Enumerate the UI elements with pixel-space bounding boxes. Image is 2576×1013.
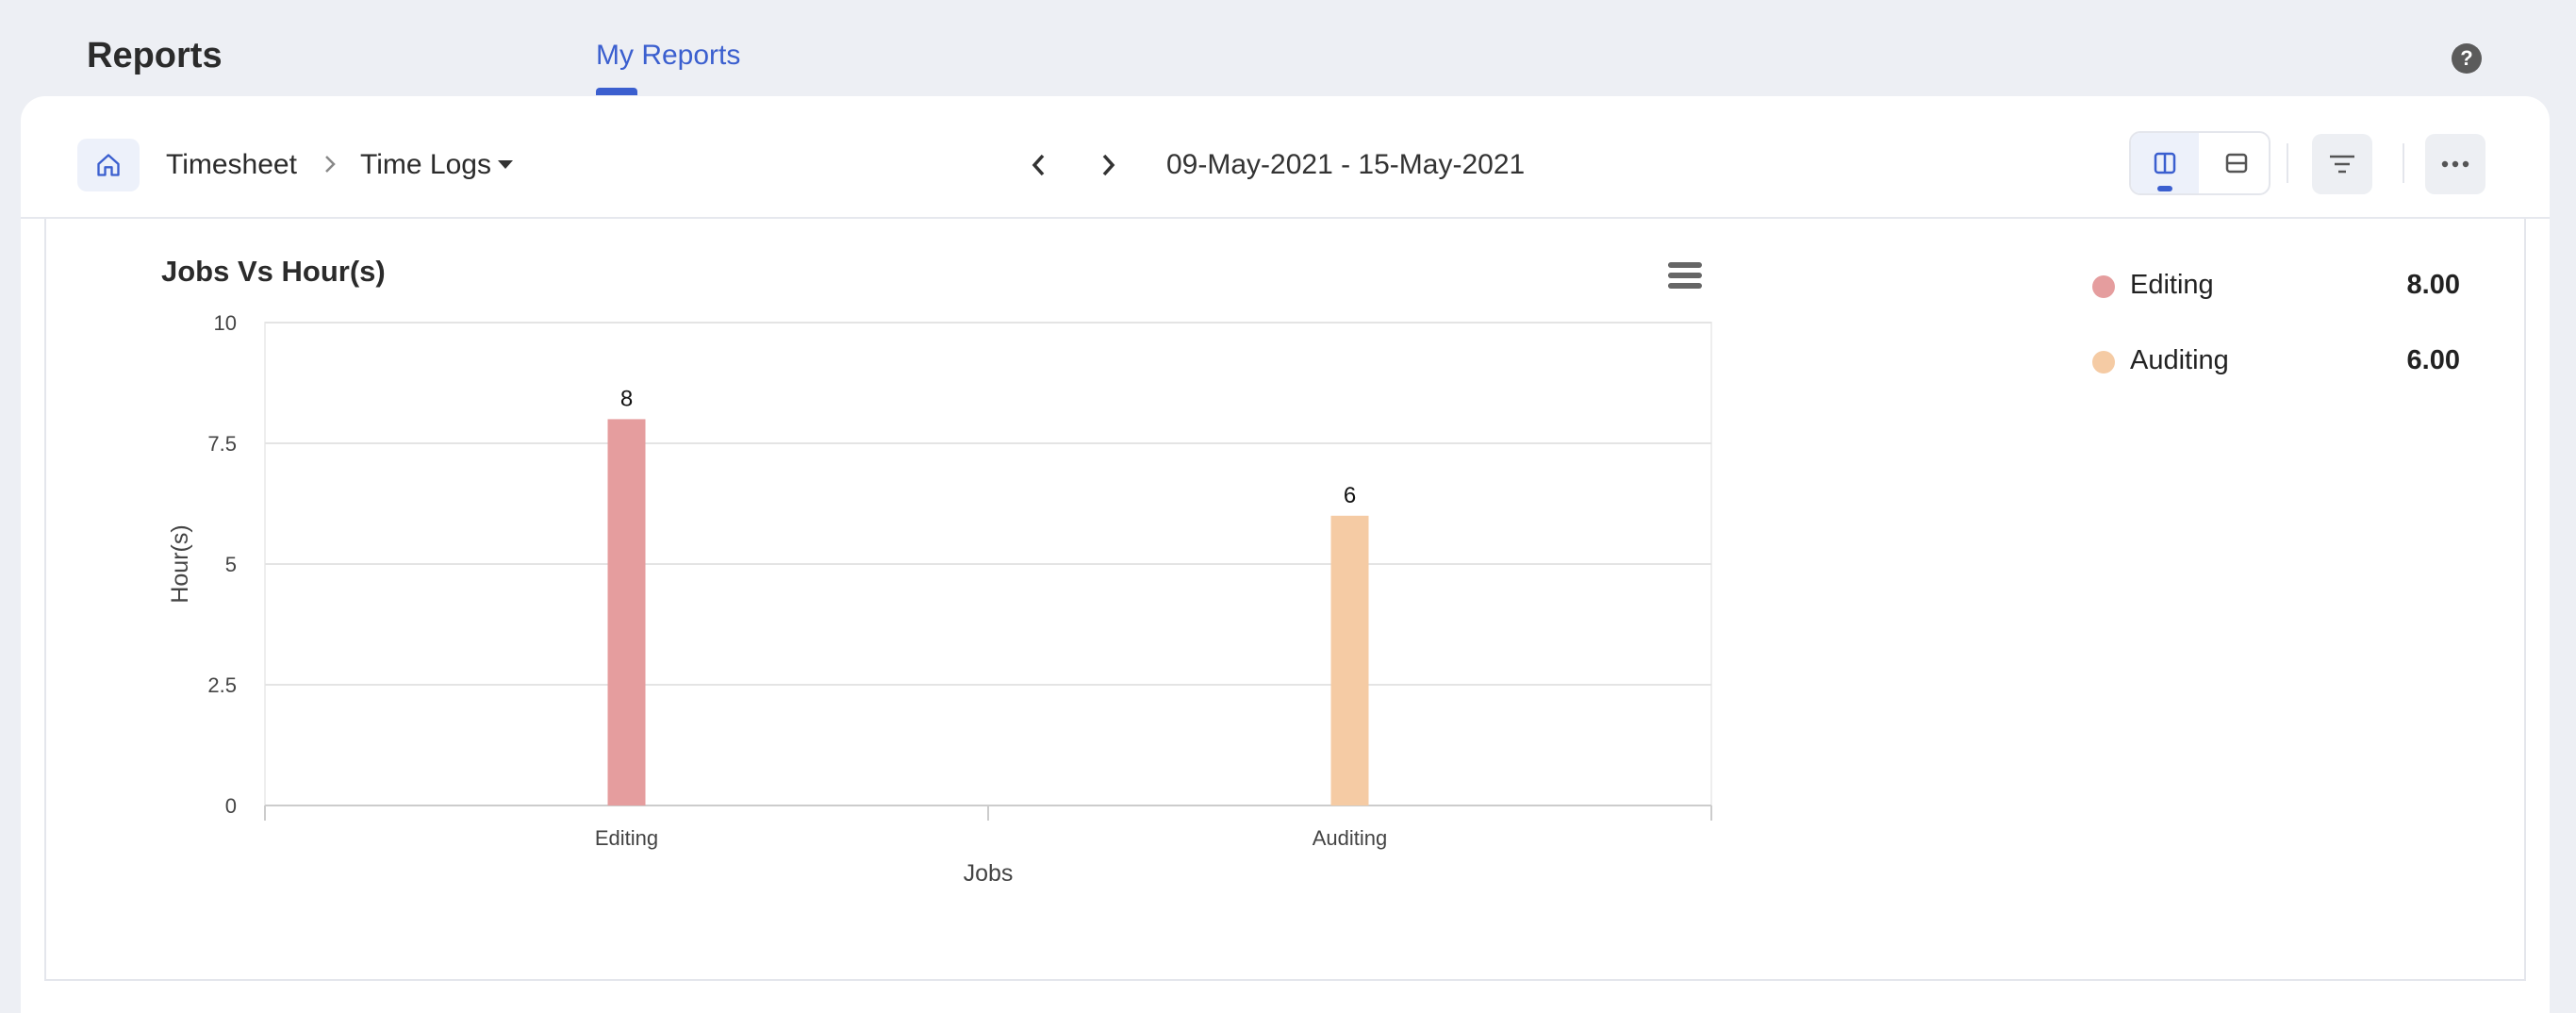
- y-tick-label: 0: [225, 794, 237, 818]
- bar-editing: [607, 419, 646, 805]
- active-view-indicator: [2157, 186, 2172, 191]
- breadcrumb-time-logs[interactable]: Time Logs: [360, 149, 491, 181]
- y-tick-label: 10: [214, 311, 237, 335]
- filter-icon: [2330, 155, 2354, 174]
- legend-dot: [2092, 351, 2115, 374]
- more-icon: [2441, 160, 2469, 168]
- active-tab-indicator: [596, 88, 637, 95]
- app-title: Reports: [87, 36, 223, 75]
- data-label: 6: [1344, 483, 1356, 508]
- home-icon: [97, 154, 120, 176]
- chevron-right-icon: [325, 156, 336, 173]
- toolbar-divider: [2287, 143, 2288, 183]
- chart-panel: Jobs Vs Hour(s) 0 2.5 5 7.5 10 8 Editing 6 Audit…: [44, 219, 2526, 981]
- home-button[interactable]: [77, 139, 140, 191]
- legend-label: Editing: [2130, 270, 2214, 300]
- more-options-button[interactable]: [2425, 134, 2485, 194]
- toolbar-divider: [2403, 143, 2404, 183]
- chart-legend: Editing 8.00 Auditing 6.00: [2092, 266, 2517, 417]
- split-horizontal-icon: [2225, 153, 2248, 174]
- tab-my-reports[interactable]: My Reports: [596, 40, 740, 72]
- report-card: Timesheet Time Logs 09-May-2021 - 15-May…: [21, 96, 2550, 1013]
- date-range[interactable]: 09-May-2021 - 15-May-2021: [1166, 149, 1525, 181]
- previous-week-button[interactable]: [1025, 151, 1053, 179]
- bar-auditing: [1330, 515, 1369, 805]
- y-tick-label: 2.5: [207, 673, 237, 697]
- next-week-button[interactable]: [1094, 151, 1122, 179]
- split-vertical-icon: [2154, 152, 2176, 174]
- data-label: 8: [620, 386, 633, 411]
- legend-value: 6.00: [2406, 345, 2460, 375]
- y-tick-label: 7.5: [207, 432, 237, 456]
- x-tick-label: Auditing: [1313, 826, 1388, 850]
- x-axis-title: Jobs: [964, 860, 1014, 887]
- legend-label: Auditing: [2130, 345, 2229, 375]
- split-horizontal-view-button[interactable]: [2203, 133, 2271, 193]
- bar-chart: 0 2.5 5 7.5 10 8 Editing 6 Auditing Jobs Hour(s): [167, 311, 1712, 887]
- filter-button[interactable]: [2312, 134, 2372, 194]
- x-tick-label: Editing: [595, 826, 658, 850]
- y-tick-label: 5: [225, 553, 237, 576]
- legend-value: 8.00: [2406, 270, 2460, 300]
- breadcrumb-timesheet[interactable]: Timesheet: [166, 149, 297, 181]
- view-toggle: [2129, 131, 2271, 195]
- top-bar: Reports My Reports ?: [0, 0, 2576, 96]
- legend-dot: [2092, 275, 2115, 298]
- chevron-left-icon: [1032, 154, 1045, 176]
- help-icon[interactable]: ?: [2452, 43, 2482, 74]
- y-axis-title: Hour(s): [167, 524, 193, 603]
- split-vertical-view-button[interactable]: [2131, 133, 2199, 193]
- caret-down-icon[interactable]: [498, 160, 513, 169]
- chevron-right-icon: [1102, 154, 1115, 176]
- legend-item[interactable]: Auditing 6.00: [2092, 341, 2517, 417]
- report-toolbar: Timesheet Time Logs 09-May-2021 - 15-May…: [21, 96, 2550, 219]
- legend-item[interactable]: Editing 8.00: [2092, 266, 2517, 341]
